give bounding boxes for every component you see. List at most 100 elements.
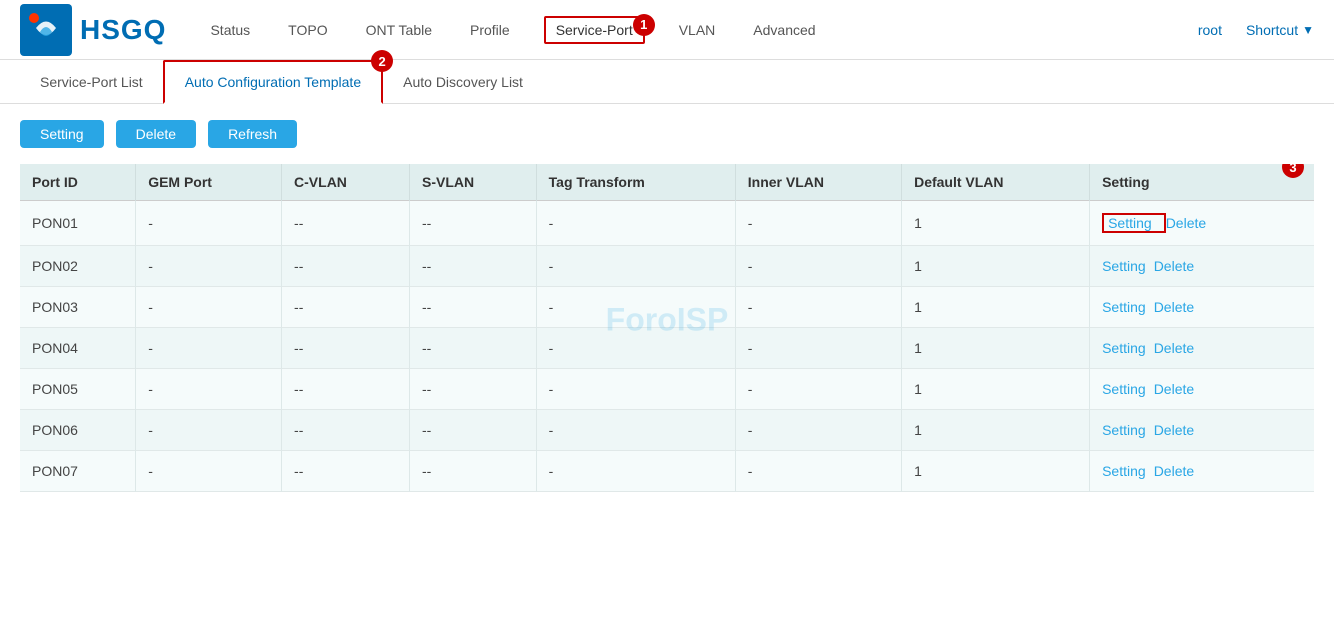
table-cell: -- bbox=[282, 201, 410, 246]
table-cell: - bbox=[536, 328, 735, 369]
nav-root[interactable]: root bbox=[1194, 4, 1226, 56]
tab-auto-config-template[interactable]: Auto Configuration Template bbox=[163, 60, 383, 104]
table-cell: - bbox=[735, 201, 901, 246]
nav-ont-table[interactable]: ONT Table bbox=[362, 4, 436, 56]
delete-button[interactable]: Delete bbox=[116, 120, 196, 148]
table-row: PON05-------1SettingDelete bbox=[20, 369, 1314, 410]
table-cell: PON05 bbox=[20, 369, 136, 410]
table-cell: - bbox=[136, 328, 282, 369]
table-cell: -- bbox=[282, 246, 410, 287]
table-cell: - bbox=[536, 287, 735, 328]
refresh-button[interactable]: Refresh bbox=[208, 120, 297, 148]
table-cell: -- bbox=[409, 287, 536, 328]
row-delete-link[interactable]: Delete bbox=[1154, 463, 1194, 479]
table-action-cell: Setting Delete bbox=[1090, 369, 1314, 410]
nav-right: root Shortcut ▼ bbox=[1194, 4, 1314, 56]
badge-3: 3 bbox=[1282, 164, 1304, 178]
row-delete-link[interactable]: Delete bbox=[1154, 422, 1194, 438]
table-cell: - bbox=[536, 201, 735, 246]
nav-status[interactable]: Status bbox=[206, 4, 254, 56]
row-setting-link[interactable]: Setting bbox=[1102, 463, 1146, 479]
table-cell: - bbox=[735, 410, 901, 451]
table-row: PON04-------1SettingDelete bbox=[20, 328, 1314, 369]
table-cell: PON02 bbox=[20, 246, 136, 287]
col-inner-vlan: Inner VLAN bbox=[735, 164, 901, 201]
table-cell: - bbox=[536, 410, 735, 451]
col-default-vlan: Default VLAN bbox=[902, 164, 1090, 201]
row-setting-link[interactable]: Setting bbox=[1108, 215, 1152, 231]
table-cell: - bbox=[536, 369, 735, 410]
table-cell: - bbox=[735, 369, 901, 410]
table-row: PON06-------1SettingDelete bbox=[20, 410, 1314, 451]
table-cell: -- bbox=[409, 246, 536, 287]
row-setting-link[interactable]: Setting bbox=[1102, 340, 1146, 356]
table-cell: PON07 bbox=[20, 451, 136, 492]
table-action-cell: Setting Delete bbox=[1090, 287, 1314, 328]
table-cell: -- bbox=[409, 201, 536, 246]
col-port-id: Port ID bbox=[20, 164, 136, 201]
table-row: PON03-------1SettingDelete bbox=[20, 287, 1314, 328]
row-delete-link[interactable]: Delete bbox=[1154, 381, 1194, 397]
col-s-vlan: S-VLAN bbox=[409, 164, 536, 201]
col-gem-port: GEM Port bbox=[136, 164, 282, 201]
table-cell: PON01 bbox=[20, 201, 136, 246]
tabs-area: Service-Port List Auto Configuration Tem… bbox=[0, 60, 1334, 104]
col-setting: Setting 3 bbox=[1090, 164, 1314, 201]
table-cell: - bbox=[735, 246, 901, 287]
table-cell: - bbox=[136, 287, 282, 328]
row-setting-link[interactable]: Setting bbox=[1102, 299, 1146, 315]
toolbar: Setting Delete Refresh bbox=[0, 104, 1334, 164]
table-cell: -- bbox=[409, 451, 536, 492]
table-cell: -- bbox=[282, 451, 410, 492]
table-container: Port ID GEM Port C-VLAN S-VLAN Tag Trans… bbox=[0, 164, 1334, 492]
nav-topo[interactable]: TOPO bbox=[284, 4, 331, 56]
table-cell: - bbox=[136, 246, 282, 287]
row-setting-link[interactable]: Setting bbox=[1102, 381, 1146, 397]
table-action-cell: Setting Delete bbox=[1090, 328, 1314, 369]
chevron-down-icon: ▼ bbox=[1302, 23, 1314, 37]
row-delete-link[interactable]: Delete bbox=[1166, 215, 1206, 231]
tab-auto-discovery-list[interactable]: Auto Discovery List bbox=[383, 62, 543, 102]
table-cell: 1 bbox=[902, 287, 1090, 328]
table-cell: 1 bbox=[902, 246, 1090, 287]
table-cell: 1 bbox=[902, 410, 1090, 451]
table-cell: - bbox=[735, 287, 901, 328]
nav-vlan[interactable]: VLAN bbox=[675, 4, 720, 56]
table-cell: 1 bbox=[902, 201, 1090, 246]
table-action-cell: Setting Delete bbox=[1090, 246, 1314, 287]
nav-service-port[interactable]: Service-Port bbox=[544, 16, 645, 44]
table-cell: PON03 bbox=[20, 287, 136, 328]
table-cell: 1 bbox=[902, 369, 1090, 410]
nav-shortcut-label: Shortcut bbox=[1246, 22, 1298, 38]
nav-profile[interactable]: Profile bbox=[466, 4, 514, 56]
table-cell: PON06 bbox=[20, 410, 136, 451]
table-row: PON02-------1SettingDelete bbox=[20, 246, 1314, 287]
row-setting-link[interactable]: Setting bbox=[1102, 422, 1146, 438]
table-cell: - bbox=[136, 201, 282, 246]
table-row: PON07-------1SettingDelete bbox=[20, 451, 1314, 492]
table-cell: -- bbox=[409, 328, 536, 369]
tab-service-port-list[interactable]: Service-Port List bbox=[20, 62, 163, 102]
table-cell: -- bbox=[282, 287, 410, 328]
setting-highlight-box: Setting bbox=[1102, 213, 1166, 233]
table-cell: -- bbox=[409, 369, 536, 410]
table-cell: -- bbox=[282, 369, 410, 410]
row-delete-link[interactable]: Delete bbox=[1154, 299, 1194, 315]
badge-1: 1 bbox=[633, 14, 655, 36]
table-cell: - bbox=[735, 328, 901, 369]
setting-button[interactable]: Setting bbox=[20, 120, 104, 148]
nav-shortcut-dropdown[interactable]: Shortcut ▼ bbox=[1246, 22, 1314, 38]
table-header-row: Port ID GEM Port C-VLAN S-VLAN Tag Trans… bbox=[20, 164, 1314, 201]
row-setting-link[interactable]: Setting bbox=[1102, 258, 1146, 274]
logo-icon bbox=[20, 4, 72, 56]
header: HSGQ Status TOPO ONT Table Profile Servi… bbox=[0, 0, 1334, 60]
nav-advanced[interactable]: Advanced bbox=[749, 4, 819, 56]
table-action-cell: Setting Delete bbox=[1090, 201, 1314, 246]
table-cell: - bbox=[136, 369, 282, 410]
row-delete-link[interactable]: Delete bbox=[1154, 340, 1194, 356]
logo-area: HSGQ bbox=[20, 4, 166, 56]
main-nav: Status TOPO ONT Table Profile Service-Po… bbox=[206, 4, 1193, 56]
logo-text: HSGQ bbox=[80, 14, 166, 46]
row-delete-link[interactable]: Delete bbox=[1154, 258, 1194, 274]
table-cell: - bbox=[136, 451, 282, 492]
